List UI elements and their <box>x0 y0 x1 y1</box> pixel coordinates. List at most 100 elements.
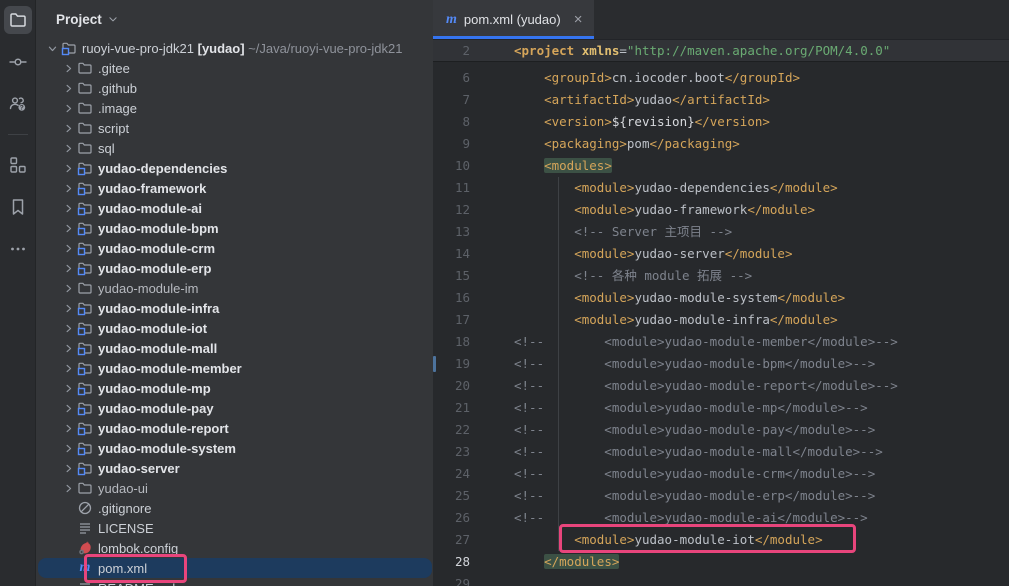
tree-item-yudao-module-iot[interactable]: yudao-module-iot <box>36 318 433 338</box>
chevron-right-icon[interactable] <box>60 360 76 376</box>
tree-item-label: yudao-module-mall <box>94 341 217 356</box>
module-folder-icon <box>76 180 94 196</box>
code-line-28[interactable]: 28 </modules> <box>433 551 1009 573</box>
tree-item-license[interactable]: LICENSE <box>36 518 433 538</box>
code-line-17[interactable]: 17 <module>yudao-module-infra</module> <box>433 309 1009 331</box>
tree-item-pom-xml[interactable]: mpom.xml <box>36 558 433 578</box>
code-line-20[interactable]: 20<!-- <module>yudao-module-report</modu… <box>433 375 1009 397</box>
chevron-right-icon[interactable] <box>60 260 76 276</box>
more-tools-tool-button[interactable] <box>4 235 32 263</box>
bookmarks-tool-button[interactable] <box>4 193 32 221</box>
code-line-6[interactable]: 6 <groupId>cn.iocoder.boot</groupId> <box>433 67 1009 89</box>
tree-item--gitignore[interactable]: .gitignore <box>36 498 433 518</box>
code-text: <!-- <module>yudao-module-mall</module>-… <box>470 441 883 463</box>
chevron-right-icon[interactable] <box>60 300 76 316</box>
tree-item-yudao-module-pay[interactable]: yudao-module-pay <box>36 398 433 418</box>
tree-item-sql[interactable]: sql <box>36 138 433 158</box>
editor-tab-pom-xml[interactable]: m pom.xml (yudao) × <box>433 0 594 39</box>
module-folder-icon <box>76 440 94 456</box>
chevron-down-icon[interactable] <box>44 40 60 56</box>
tree-item--image[interactable]: .image <box>36 98 433 118</box>
code-line-14[interactable]: 14 <module>yudao-server</module> <box>433 243 1009 265</box>
chevron-right-icon[interactable] <box>60 60 76 76</box>
code-line-15[interactable]: 15 <!-- 各种 module 拓展 --> <box>433 265 1009 287</box>
tree-item-yudao-module-mp[interactable]: yudao-module-mp <box>36 378 433 398</box>
tree-item-yudao-module-infra[interactable]: yudao-module-infra <box>36 298 433 318</box>
project-panel-header[interactable]: Project <box>36 0 433 38</box>
code-line-18[interactable]: 18<!-- <module>yudao-module-member</modu… <box>433 331 1009 353</box>
chevron-right-icon[interactable] <box>60 180 76 196</box>
tree-item-script[interactable]: script <box>36 118 433 138</box>
code-line-9[interactable]: 9 <packaging>pom</packaging> <box>433 133 1009 155</box>
chevron-right-icon[interactable] <box>60 200 76 216</box>
tree-item-yudao-module-im[interactable]: yudao-module-im <box>36 278 433 298</box>
tree-item-yudao-module-ai[interactable]: yudao-module-ai <box>36 198 433 218</box>
code-line-27[interactable]: 27 <module>yudao-module-iot</module> <box>433 529 1009 551</box>
chevron-right-icon[interactable] <box>60 400 76 416</box>
line-number: 14 <box>433 243 470 265</box>
tree-root-project[interactable]: ruoyi-vue-pro-jdk21 [yudao] ~/Java/ruoyi… <box>36 38 433 58</box>
line-number: 26 <box>433 507 470 529</box>
project-tool-button[interactable] <box>4 6 32 34</box>
code-line-7[interactable]: 7 <artifactId>yudao</artifactId> <box>433 89 1009 111</box>
code-line-24[interactable]: 24<!-- <module>yudao-module-crm</module>… <box>433 463 1009 485</box>
code-area[interactable]: 6 <groupId>cn.iocoder.boot</groupId>7 <a… <box>433 62 1009 586</box>
line-number: 27 <box>433 529 470 551</box>
code-line-13[interactable]: 13 <!-- Server 主项目 --> <box>433 221 1009 243</box>
chevron-right-icon[interactable] <box>60 160 76 176</box>
editor-tab-bar: m pom.xml (yudao) × <box>433 0 1009 40</box>
code-line-29[interactable]: 29 <box>433 573 1009 586</box>
chevron-right-icon[interactable] <box>60 80 76 96</box>
tree-item-label: yudao-ui <box>94 481 148 496</box>
code-line-22[interactable]: 22<!-- <module>yudao-module-pay</module>… <box>433 419 1009 441</box>
chevron-right-icon[interactable] <box>60 280 76 296</box>
close-icon[interactable]: × <box>568 12 583 27</box>
module-folder-icon <box>76 380 94 396</box>
tree-item-yudao-module-system[interactable]: yudao-module-system <box>36 438 433 458</box>
chevron-right-icon[interactable] <box>60 140 76 156</box>
chevron-right-icon[interactable] <box>60 100 76 116</box>
tree-item-yudao-module-member[interactable]: yudao-module-member <box>36 358 433 378</box>
line-number: 6 <box>433 67 470 89</box>
commit-tool-button[interactable] <box>4 48 32 76</box>
tree-item-yudao-module-erp[interactable]: yudao-module-erp <box>36 258 433 278</box>
tree-item-yudao-dependencies[interactable]: yudao-dependencies <box>36 158 433 178</box>
chevron-right-icon[interactable] <box>60 340 76 356</box>
line-number: 24 <box>433 463 470 485</box>
tree-item-yudao-module-report[interactable]: yudao-module-report <box>36 418 433 438</box>
chevron-right-icon[interactable] <box>60 120 76 136</box>
tree-item-readme-md[interactable]: README.md <box>36 578 433 586</box>
chevron-right-icon[interactable] <box>60 240 76 256</box>
pull-requests-tool-button[interactable]: ? <box>4 90 32 118</box>
tree-item-yudao-module-mall[interactable]: yudao-module-mall <box>36 338 433 358</box>
more-dots-icon <box>8 239 28 259</box>
chevron-right-icon[interactable] <box>60 320 76 336</box>
chevron-right-icon[interactable] <box>60 460 76 476</box>
tree-item-yudao-module-bpm[interactable]: yudao-module-bpm <box>36 218 433 238</box>
code-line-16[interactable]: 16 <module>yudao-module-system</module> <box>433 287 1009 309</box>
tree-item-yudao-module-crm[interactable]: yudao-module-crm <box>36 238 433 258</box>
chevron-right-icon[interactable] <box>60 380 76 396</box>
code-line-26[interactable]: 26<!-- <module>yudao-module-ai</module>-… <box>433 507 1009 529</box>
tree-item-yudao-server[interactable]: yudao-server <box>36 458 433 478</box>
code-line-11[interactable]: 11 <module>yudao-dependencies</module> <box>433 177 1009 199</box>
tree-item--gitee[interactable]: .gitee <box>36 58 433 78</box>
tree-item-yudao-ui[interactable]: yudao-ui <box>36 478 433 498</box>
structure-tool-button[interactable] <box>4 151 32 179</box>
code-line-23[interactable]: 23<!-- <module>yudao-module-mall</module… <box>433 441 1009 463</box>
code-line-21[interactable]: 21<!-- <module>yudao-module-mp</module>-… <box>433 397 1009 419</box>
chevron-right-icon[interactable] <box>60 440 76 456</box>
code-line-25[interactable]: 25<!-- <module>yudao-module-erp</module>… <box>433 485 1009 507</box>
chevron-right-icon[interactable] <box>60 220 76 236</box>
code-line-12[interactable]: 12 <module>yudao-framework</module> <box>433 199 1009 221</box>
line-number: 7 <box>433 89 470 111</box>
code-text: <!-- <module>yudao-module-pay</module>--… <box>470 419 875 441</box>
chevron-right-icon[interactable] <box>60 480 76 496</box>
code-line-10[interactable]: 10 <modules> <box>433 155 1009 177</box>
tree-item-yudao-framework[interactable]: yudao-framework <box>36 178 433 198</box>
tree-item--github[interactable]: .github <box>36 78 433 98</box>
tree-item-lombok-config[interactable]: lombok.config <box>36 538 433 558</box>
code-line-8[interactable]: 8 <version>${revision}</version> <box>433 111 1009 133</box>
chevron-right-icon[interactable] <box>60 420 76 436</box>
code-line-19[interactable]: 19<!-- <module>yudao-module-bpm</module>… <box>433 353 1009 375</box>
